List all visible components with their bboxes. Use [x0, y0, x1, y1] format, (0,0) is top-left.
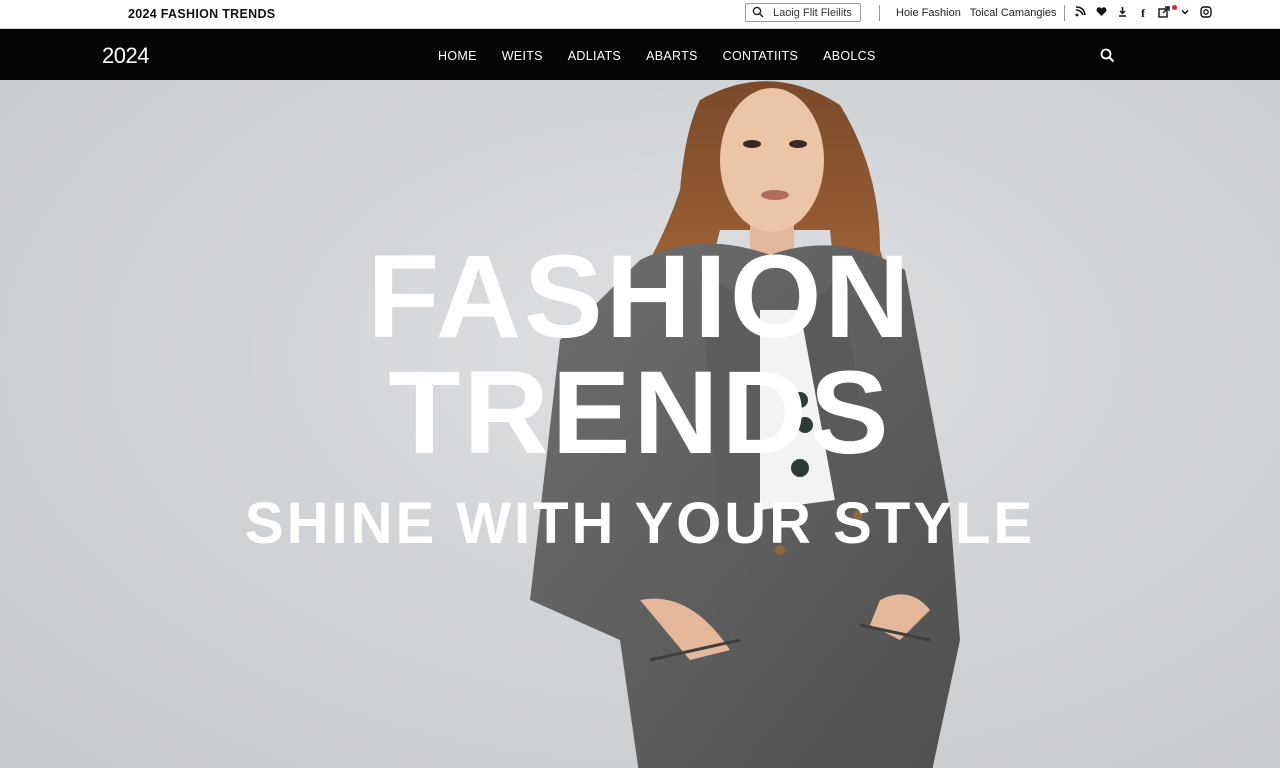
facebook-icon[interactable]: f	[1137, 6, 1149, 21]
instagram-icon[interactable]	[1200, 5, 1212, 21]
utility-bar: 2024 FASHION TRENDS Laoig Flit Fleilits …	[0, 0, 1280, 29]
utility-link-fashion[interactable]: Hoie Fashion	[896, 7, 961, 19]
nav-item-weits[interactable]: WEITS	[502, 49, 543, 63]
heart-icon[interactable]	[1095, 6, 1107, 20]
hero-banner: FASHION TRENDS SHINE WITH YOUR STYLE	[0, 80, 1280, 768]
feed-icon[interactable]	[1074, 6, 1086, 20]
nav-item-contatiits[interactable]: CONTATIITS	[723, 49, 798, 63]
chevron-down-icon[interactable]	[1179, 6, 1191, 20]
nav-item-abolcs[interactable]: ABOLCS	[823, 49, 876, 63]
hero-tagline: SHINE WITH YOUR STYLE	[244, 491, 1036, 556]
search-icon	[752, 6, 764, 21]
utility-links: Hoie Fashion Toical Camangies	[896, 7, 1063, 19]
search-input[interactable]: Laoig Flit Fleilits	[745, 3, 861, 22]
notification-dot	[1172, 5, 1177, 10]
nav-menu: HOME WEITS ADLIATS ABARTS CONTATIITS ABO…	[438, 49, 901, 63]
main-navbar: 2024 HOME WEITS ADLIATS ABARTS CONTATIIT…	[0, 29, 1280, 80]
utility-link-categories[interactable]: Toical Camangies	[970, 7, 1057, 19]
search-placeholder: Laoig Flit Fleilits	[773, 7, 852, 19]
nav-item-home[interactable]: HOME	[438, 49, 477, 63]
social-icons: f	[1074, 4, 1212, 22]
hero-heading-line2: TRENDS	[388, 347, 892, 479]
share-icon[interactable]	[1158, 5, 1170, 21]
download-icon[interactable]	[1116, 6, 1128, 20]
logo[interactable]: 2024	[102, 43, 149, 69]
nav-item-abarts[interactable]: ABARTS	[646, 49, 698, 63]
divider	[879, 5, 880, 21]
brand-title[interactable]: 2024 FASHION TRENDS	[128, 7, 275, 21]
search-icon[interactable]	[1100, 48, 1116, 64]
divider	[1064, 5, 1065, 21]
hero-heading-line1: FASHION	[367, 231, 913, 363]
nav-item-adliats[interactable]: ADLIATS	[568, 49, 621, 63]
